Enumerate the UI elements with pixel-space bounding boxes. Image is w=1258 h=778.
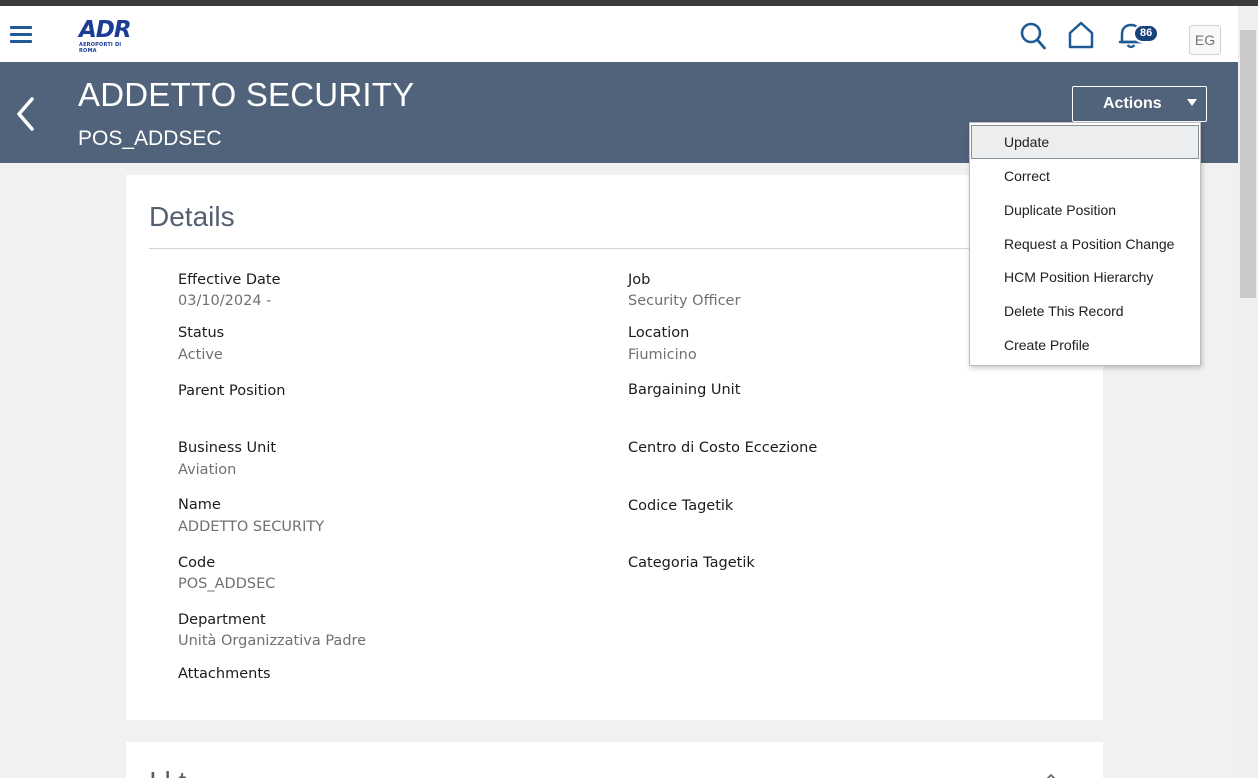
field-label: Status xyxy=(178,325,225,341)
field-attachments: Attachments xyxy=(178,664,518,684)
field-effective-date: Effective Date 03/10/2024 - xyxy=(178,270,518,311)
search-icon[interactable] xyxy=(1020,22,1046,50)
field-location: Location Fiumicino xyxy=(628,323,968,365)
field-label: Location xyxy=(628,325,690,341)
field-label: Effective Date xyxy=(178,272,281,288)
chevron-left-icon[interactable] xyxy=(14,96,38,132)
field-label: Job xyxy=(628,272,651,288)
field-categoria-tagetik: Categoria Tagetik xyxy=(628,553,968,573)
next-section-card: I l t xyxy=(126,742,1103,778)
field-value: POS_ADDSEC xyxy=(178,576,276,592)
actions-button-label: Actions xyxy=(1103,95,1162,112)
actions-button[interactable]: Actions xyxy=(1072,86,1207,122)
field-label: Codice Tagetik xyxy=(628,498,734,514)
field-code: Code POS_ADDSEC xyxy=(178,553,518,594)
field-business-unit: Business Unit Aviation xyxy=(178,438,518,480)
field-codice-tagetik: Codice Tagetik xyxy=(628,496,968,516)
menu-item-create-profile[interactable]: Create Profile xyxy=(971,328,1199,362)
field-label: Business Unit xyxy=(178,440,277,456)
field-label: Name xyxy=(178,497,221,513)
field-status: Status Active xyxy=(178,323,518,365)
next-section-title: I l t xyxy=(149,766,186,778)
menu-item-correct[interactable]: Correct xyxy=(971,159,1199,193)
page-scrollbar[interactable] xyxy=(1238,6,1258,778)
field-value: ADDETTO SECURITY xyxy=(178,519,325,535)
field-value: Fiumicino xyxy=(628,347,697,363)
field-job: Job Security Officer xyxy=(628,270,968,311)
field-name: Name ADDETTO SECURITY xyxy=(178,495,518,537)
field-value: Aviation xyxy=(178,462,237,478)
position-code-subtitle: POS_ADDSEC xyxy=(78,127,222,150)
logo-mark: ADR xyxy=(79,17,132,43)
menu-item-duplicate-position[interactable]: Duplicate Position xyxy=(971,193,1199,227)
page-title: ADDETTO SECURITY xyxy=(78,76,415,113)
logo-subtext: AEROPORTI DI ROMA xyxy=(79,42,122,54)
home-icon[interactable] xyxy=(1067,21,1095,49)
user-avatar[interactable]: EG xyxy=(1189,25,1221,55)
field-value: 03/10/2024 - xyxy=(178,293,272,309)
menu-item-update[interactable]: Update xyxy=(971,125,1199,159)
top-navigation-bar: ADR AEROPORTI DI ROMA 86 EG xyxy=(0,6,1238,62)
actions-dropdown-menu: Update Correct Duplicate Position Reques… xyxy=(969,122,1201,366)
field-department: Department Unità Organizzativa Padre xyxy=(178,610,518,651)
caret-down-icon xyxy=(1187,99,1197,106)
chevron-up-icon[interactable] xyxy=(1044,772,1058,778)
field-bargaining-unit: Bargaining Unit xyxy=(628,380,968,400)
notification-count-badge: 86 xyxy=(1133,24,1160,43)
field-value: Active xyxy=(178,347,223,363)
field-label: Bargaining Unit xyxy=(628,382,741,398)
menu-item-hcm-position-hierarchy[interactable]: HCM Position Hierarchy xyxy=(971,260,1199,294)
field-label: Department xyxy=(178,612,266,628)
field-label: Code xyxy=(178,555,216,571)
details-section-title: Details xyxy=(149,201,235,232)
company-logo[interactable]: ADR AEROPORTI DI ROMA xyxy=(79,17,141,54)
menu-item-delete-record[interactable]: Delete This Record xyxy=(971,294,1199,328)
details-divider xyxy=(149,248,969,249)
field-value: Unità Organizzativa Padre xyxy=(178,633,367,649)
field-centro-di-costo-eccezione: Centro di Costo Eccezione xyxy=(628,438,968,458)
scrollbar-thumb[interactable] xyxy=(1240,30,1256,298)
field-parent-position: Parent Position xyxy=(178,381,518,401)
details-card: Details Effective Date 03/10/2024 - Stat… xyxy=(126,175,1103,720)
menu-item-request-position-change[interactable]: Request a Position Change xyxy=(971,227,1199,261)
field-label: Attachments xyxy=(178,666,271,682)
field-label: Categoria Tagetik xyxy=(628,555,755,571)
field-label: Parent Position xyxy=(178,383,286,399)
hamburger-icon[interactable] xyxy=(10,26,32,43)
field-value: Security Officer xyxy=(628,293,741,309)
field-label: Centro di Costo Eccezione xyxy=(628,440,818,456)
